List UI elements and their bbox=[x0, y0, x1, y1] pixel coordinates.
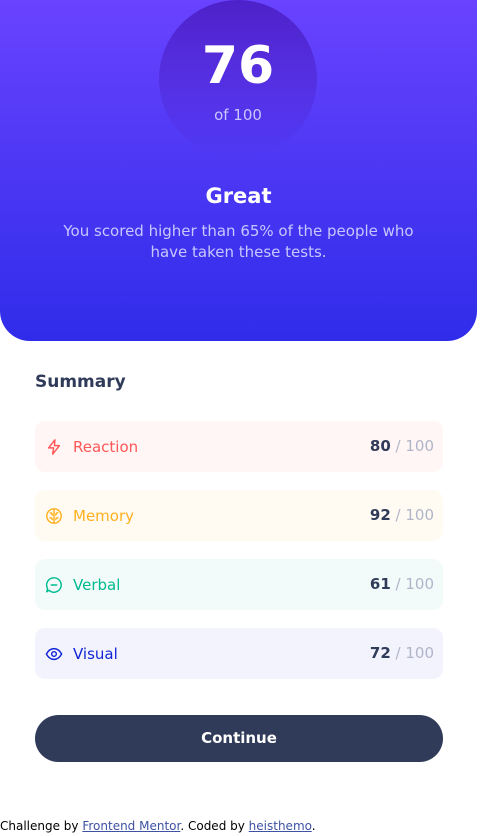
summary-item-label: Memory bbox=[73, 507, 135, 525]
result-description: You scored higher than 65% of the people… bbox=[63, 222, 414, 261]
results-page: 76 of 100 Great You scored higher than 6… bbox=[0, 0, 480, 836]
summary-item-score: 72 / 100 bbox=[369, 644, 434, 662]
frontend-mentor-link[interactable]: Frontend Mentor bbox=[82, 819, 180, 833]
summary-item-memory: Memory 92 / 100 bbox=[35, 490, 443, 541]
score-max: of 100 bbox=[214, 106, 262, 124]
summary-item-score: 80 / 100 bbox=[369, 437, 434, 455]
continue-button[interactable]: Continue bbox=[35, 715, 443, 762]
score-circle: 76 of 100 bbox=[159, 0, 317, 158]
attribution: Challenge by Frontend Mentor. Coded by h… bbox=[0, 819, 316, 833]
summary-item-score: 92 / 100 bbox=[369, 506, 434, 524]
brain-icon bbox=[45, 507, 63, 525]
summary-item-visual: Visual 72 / 100 bbox=[35, 628, 443, 679]
summary-item-score: 61 / 100 bbox=[369, 575, 434, 593]
author-link[interactable]: heisthemo bbox=[249, 819, 312, 833]
summary-item-label: Verbal bbox=[73, 576, 121, 594]
result-title: Great bbox=[205, 184, 272, 208]
result-panel: 76 of 100 Great You scored higher than 6… bbox=[0, 0, 477, 341]
summary-item-reaction: Reaction 80 / 100 bbox=[35, 421, 443, 472]
summary-item-label: Visual bbox=[73, 645, 118, 663]
summary-item-verbal: Verbal 61 / 100 bbox=[35, 559, 443, 610]
chat-icon bbox=[45, 576, 63, 594]
score-value: 76 bbox=[201, 36, 275, 96]
summary-title: Summary bbox=[35, 372, 126, 392]
summary-item-label: Reaction bbox=[73, 438, 139, 456]
eye-icon bbox=[45, 645, 63, 663]
lightning-icon bbox=[45, 438, 63, 456]
